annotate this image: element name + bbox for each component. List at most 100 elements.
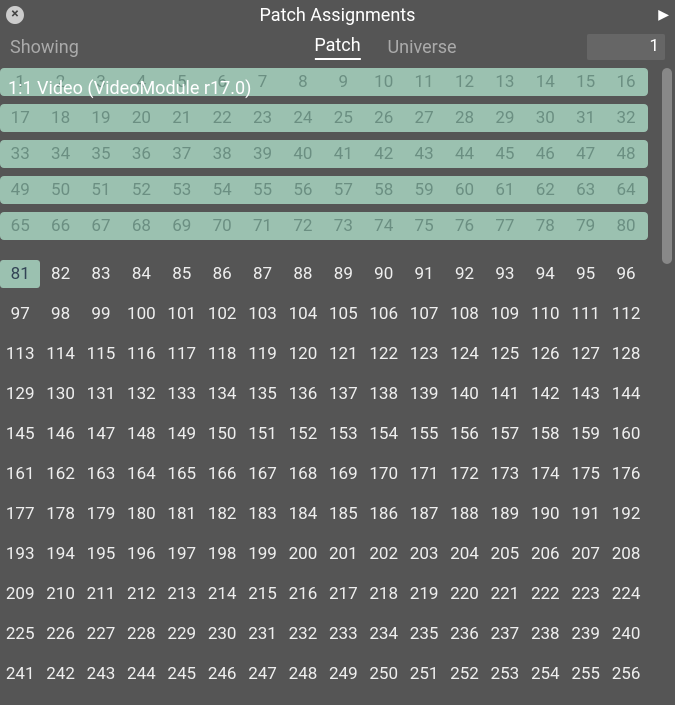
patched-slot[interactable]: 62: [525, 176, 565, 204]
unpatched-slot[interactable]: 242: [40, 660, 80, 688]
patched-slot[interactable]: 30: [525, 104, 565, 132]
scrollbar-thumb[interactable]: [662, 68, 672, 264]
unpatched-slot[interactable]: 114: [40, 340, 80, 368]
patched-slot[interactable]: 71: [242, 212, 282, 240]
patched-slot[interactable]: 49: [0, 176, 40, 204]
unpatched-slot[interactable]: 111: [565, 300, 605, 328]
unpatched-slot[interactable]: 186: [364, 500, 404, 528]
patched-slot[interactable]: 46: [525, 140, 565, 168]
unpatched-slot[interactable]: 103: [242, 300, 282, 328]
patched-slot[interactable]: 78: [525, 212, 565, 240]
unpatched-slot[interactable]: 148: [121, 420, 161, 448]
unpatched-slot[interactable]: 84: [121, 260, 161, 288]
unpatched-slot[interactable]: 200: [283, 540, 323, 568]
unpatched-slot[interactable]: 249: [323, 660, 363, 688]
patched-slot[interactable]: 80: [606, 212, 646, 240]
unpatched-slot[interactable]: 146: [40, 420, 80, 448]
patched-slot[interactable]: 14: [525, 68, 565, 96]
patched-slot[interactable]: 73: [323, 212, 363, 240]
unpatched-slot[interactable]: 128: [606, 340, 646, 368]
patched-slot[interactable]: 28: [444, 104, 484, 132]
patched-slot[interactable]: 1: [0, 68, 40, 96]
patched-slot[interactable]: 66: [40, 212, 80, 240]
unpatched-slot[interactable]: 207: [565, 540, 605, 568]
unpatched-slot[interactable]: 204: [444, 540, 484, 568]
unpatched-slot[interactable]: 160: [606, 420, 646, 448]
patched-slot[interactable]: 23: [242, 104, 282, 132]
unpatched-slot[interactable]: 96: [606, 260, 646, 288]
unpatched-slot[interactable]: 118: [202, 340, 242, 368]
unpatched-slot[interactable]: 218: [364, 580, 404, 608]
unpatched-slot[interactable]: 90: [364, 260, 404, 288]
unpatched-slot[interactable]: 163: [81, 460, 121, 488]
unpatched-slot[interactable]: 227: [81, 620, 121, 648]
unpatched-slot[interactable]: 184: [283, 500, 323, 528]
patched-slot[interactable]: 2: [40, 68, 80, 96]
patched-slot[interactable]: 21: [162, 104, 202, 132]
patched-slot[interactable]: 67: [81, 212, 121, 240]
unpatched-slot[interactable]: 246: [202, 660, 242, 688]
unpatched-slot[interactable]: 243: [81, 660, 121, 688]
unpatched-slot[interactable]: 129: [0, 380, 40, 408]
unpatched-slot[interactable]: 109: [485, 300, 525, 328]
patched-slot[interactable]: 41: [323, 140, 363, 168]
unpatched-slot[interactable]: 116: [121, 340, 161, 368]
unpatched-slot[interactable]: 169: [323, 460, 363, 488]
unpatched-slot[interactable]: 93: [485, 260, 525, 288]
unpatched-slot[interactable]: 254: [525, 660, 565, 688]
patched-slot[interactable]: 34: [40, 140, 80, 168]
unpatched-slot[interactable]: 126: [525, 340, 565, 368]
patched-slot[interactable]: 20: [121, 104, 161, 132]
unpatched-slot[interactable]: 202: [364, 540, 404, 568]
patched-slot[interactable]: 65: [0, 212, 40, 240]
unpatched-slot[interactable]: 198: [202, 540, 242, 568]
unpatched-slot[interactable]: 89: [323, 260, 363, 288]
unpatched-slot[interactable]: 256: [606, 660, 646, 688]
unpatched-slot[interactable]: 102: [202, 300, 242, 328]
patched-slot[interactable]: 27: [404, 104, 444, 132]
patched-slot[interactable]: 7: [242, 68, 282, 96]
patched-slot[interactable]: 52: [121, 176, 161, 204]
unpatched-slot[interactable]: 192: [606, 500, 646, 528]
patched-slot[interactable]: 36: [121, 140, 161, 168]
unpatched-slot[interactable]: 132: [121, 380, 161, 408]
unpatched-slot[interactable]: 252: [444, 660, 484, 688]
unpatched-slot[interactable]: 85: [162, 260, 202, 288]
unpatched-slot[interactable]: 164: [121, 460, 161, 488]
unpatched-slot[interactable]: 209: [0, 580, 40, 608]
unpatched-slot[interactable]: 152: [283, 420, 323, 448]
patched-slot[interactable]: 26: [364, 104, 404, 132]
patched-slot[interactable]: 11: [404, 68, 444, 96]
patched-slot[interactable]: 35: [81, 140, 121, 168]
patched-slot[interactable]: 45: [485, 140, 525, 168]
unpatched-slot[interactable]: 195: [81, 540, 121, 568]
unpatched-slot[interactable]: 87: [242, 260, 282, 288]
unpatched-slot[interactable]: 159: [565, 420, 605, 448]
patched-slot[interactable]: 12: [444, 68, 484, 96]
unpatched-slot[interactable]: 250: [364, 660, 404, 688]
unpatched-slot[interactable]: 178: [40, 500, 80, 528]
patched-slot[interactable]: 39: [242, 140, 282, 168]
unpatched-slot[interactable]: 92: [444, 260, 484, 288]
unpatched-slot[interactable]: 106: [364, 300, 404, 328]
patched-slot[interactable]: 18: [40, 104, 80, 132]
unpatched-slot[interactable]: 210: [40, 580, 80, 608]
unpatched-slot[interactable]: 153: [323, 420, 363, 448]
unpatched-slot[interactable]: 190: [525, 500, 565, 528]
unpatched-slot[interactable]: 137: [323, 380, 363, 408]
unpatched-slot[interactable]: 139: [404, 380, 444, 408]
unpatched-slot[interactable]: 172: [444, 460, 484, 488]
unpatched-slot[interactable]: 241: [0, 660, 40, 688]
unpatched-slot[interactable]: 157: [485, 420, 525, 448]
unpatched-slot[interactable]: 175: [565, 460, 605, 488]
tab-patch[interactable]: Patch: [314, 35, 360, 60]
play-button[interactable]: ▶: [658, 7, 669, 23]
unpatched-slot[interactable]: 224: [606, 580, 646, 608]
unpatched-slot[interactable]: 238: [525, 620, 565, 648]
patched-slot[interactable]: 58: [364, 176, 404, 204]
patched-slot[interactable]: 50: [40, 176, 80, 204]
unpatched-slot[interactable]: 248: [283, 660, 323, 688]
unpatched-slot[interactable]: 180: [121, 500, 161, 528]
universe-input[interactable]: 1: [587, 34, 665, 60]
unpatched-slot[interactable]: 179: [81, 500, 121, 528]
